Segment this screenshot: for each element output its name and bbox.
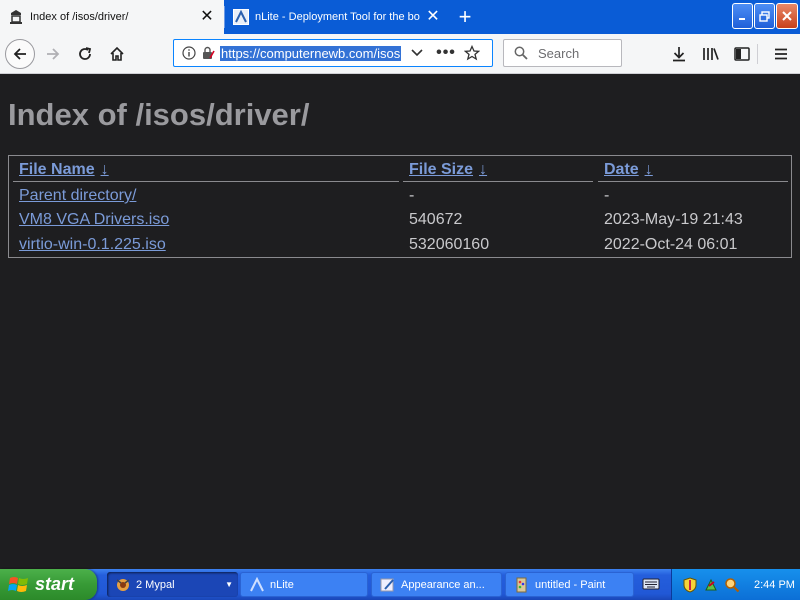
table-row-date: - [604, 187, 610, 204]
dropdown-chevron-icon[interactable] [407, 49, 427, 57]
insecure-lock-icon[interactable] [200, 46, 216, 60]
paint-icon [514, 577, 530, 593]
toolbar-divider [757, 44, 758, 64]
sort-by-file-size-link[interactable]: File Size ↓ [409, 161, 487, 178]
close-window-button[interactable] [776, 3, 798, 29]
system-tray: 2:44 PM [671, 569, 800, 600]
nlite-icon [249, 576, 265, 593]
search-magnifier-icon[interactable] [724, 577, 740, 593]
tab-title: Index of /isos/driver/ [30, 11, 129, 23]
taskbar-item-paint[interactable]: untitled - Paint [505, 572, 634, 597]
url-text-selected: https://computernewb.com/isos [220, 45, 402, 61]
taskbar-item-label: 2 Mypal [136, 578, 175, 591]
table-row-name[interactable]: Parent directory/ [19, 186, 136, 206]
start-label: start [35, 574, 75, 594]
search-box[interactable] [503, 39, 622, 67]
clock[interactable]: 2:44 PM [754, 579, 795, 591]
page-title: Index of /isos/driver/ [8, 97, 310, 132]
sort-arrow-icon: ↓ [100, 161, 109, 178]
taskbar-item-label: Appearance an... [401, 578, 485, 591]
sort-by-date-link[interactable]: Date ↓ [604, 161, 653, 178]
directory-page-icon [8, 9, 24, 25]
nlite-favicon-icon [233, 9, 249, 25]
back-button[interactable] [5, 39, 35, 69]
table-row-name[interactable]: virtio-win-0.1.225.iso [19, 235, 166, 255]
back-arrow-icon [13, 48, 26, 60]
search-input[interactable] [536, 44, 616, 62]
keyboard-language-icon[interactable] [642, 576, 660, 592]
close-tab-icon[interactable]: ✕ [198, 8, 216, 26]
tab-strip: Index of /isos/driver/ ✕ nLite - Deploym… [0, 0, 800, 34]
sidebar-button[interactable] [727, 39, 757, 69]
home-icon [110, 46, 124, 61]
tab-title: nLite - Deployment Tool for the bo [255, 11, 420, 23]
sort-arrow-icon: ↓ [479, 161, 488, 178]
navigation-toolbar: https://computernewb.com/isos ••• [0, 34, 800, 74]
minimize-button[interactable] [732, 3, 753, 29]
column-header-date[interactable]: Date ↓ [604, 160, 653, 180]
table-row-date: 2023-May-19 21:43 [604, 211, 743, 228]
taskbar-item-label: nLite [270, 578, 294, 591]
tab-nlite[interactable]: nLite - Deployment Tool for the bo ✕ [225, 0, 450, 34]
search-icon [512, 46, 530, 60]
taskbar-item-mypal[interactable]: 2 Mypal ▼ [107, 572, 238, 597]
new-tab-plus-icon[interactable]: + [452, 5, 478, 29]
mypal-icon [115, 577, 131, 593]
table-row-size: 532060160 [409, 236, 490, 253]
url-field[interactable]: https://computernewb.com/isos [220, 45, 403, 62]
column-header-file-size[interactable]: File Size ↓ [409, 160, 487, 180]
windows-flag-icon [8, 576, 28, 592]
downloads-button[interactable] [664, 39, 694, 69]
taskbar: start 2 Mypal ▼ nLite Appearance an... u… [0, 569, 800, 600]
download-arrow-icon [673, 47, 685, 62]
header-underline [403, 181, 593, 182]
main-menu-button[interactable] [766, 39, 796, 69]
restore-button[interactable] [754, 3, 775, 29]
taskbar-item-nlite[interactable]: nLite [240, 572, 368, 597]
taskbar-item-label: untitled - Paint [535, 578, 606, 591]
library-icon [703, 48, 719, 60]
page-content: Index of /isos/driver/ File Name ↓ File S… [0, 75, 800, 569]
sort-by-file-name-link[interactable]: File Name ↓ [19, 161, 109, 178]
start-button[interactable]: start [0, 569, 97, 600]
sort-arrow-icon: ↓ [644, 161, 653, 178]
forward-button[interactable] [38, 39, 68, 69]
table-row-name[interactable]: VM8 VGA Drivers.iso [19, 210, 169, 230]
table-row-size: 540672 [409, 211, 463, 228]
file-link[interactable]: virtio-win-0.1.225.iso [19, 236, 166, 253]
network-icon[interactable] [703, 577, 719, 593]
reload-icon [79, 47, 92, 60]
column-header-file-name[interactable]: File Name ↓ [19, 160, 109, 180]
site-info-icon[interactable] [180, 46, 198, 60]
hamburger-menu-icon [775, 48, 787, 60]
parent-directory-link[interactable]: Parent directory/ [19, 187, 136, 204]
address-bar[interactable]: https://computernewb.com/isos ••• [173, 39, 493, 67]
file-link[interactable]: VM8 VGA Drivers.iso [19, 211, 169, 228]
directory-listing-table: File Name ↓ File Size ↓ Date ↓ Parent direc… [8, 155, 792, 258]
home-button[interactable] [102, 39, 132, 69]
close-tab-icon[interactable]: ✕ [424, 8, 442, 26]
table-row-size: - [409, 187, 415, 204]
appearance-icon [380, 577, 396, 593]
tab-index-of-isos-driver[interactable]: Index of /isos/driver/ ✕ [0, 0, 224, 34]
header-underline [598, 181, 788, 182]
group-dropdown-icon[interactable]: ▼ [225, 580, 233, 589]
reload-button[interactable] [70, 39, 100, 69]
forward-arrow-icon [47, 48, 60, 60]
taskbar-item-appearance[interactable]: Appearance an... [371, 572, 502, 597]
header-underline [13, 181, 399, 182]
security-shield-icon[interactable] [682, 576, 698, 593]
page-actions-menu-icon[interactable]: ••• [435, 44, 457, 62]
library-button[interactable] [696, 39, 726, 69]
table-row-date: 2022-Oct-24 06:01 [604, 236, 738, 253]
bookmark-star-icon[interactable] [461, 45, 483, 61]
sidebar-icon [734, 47, 750, 61]
